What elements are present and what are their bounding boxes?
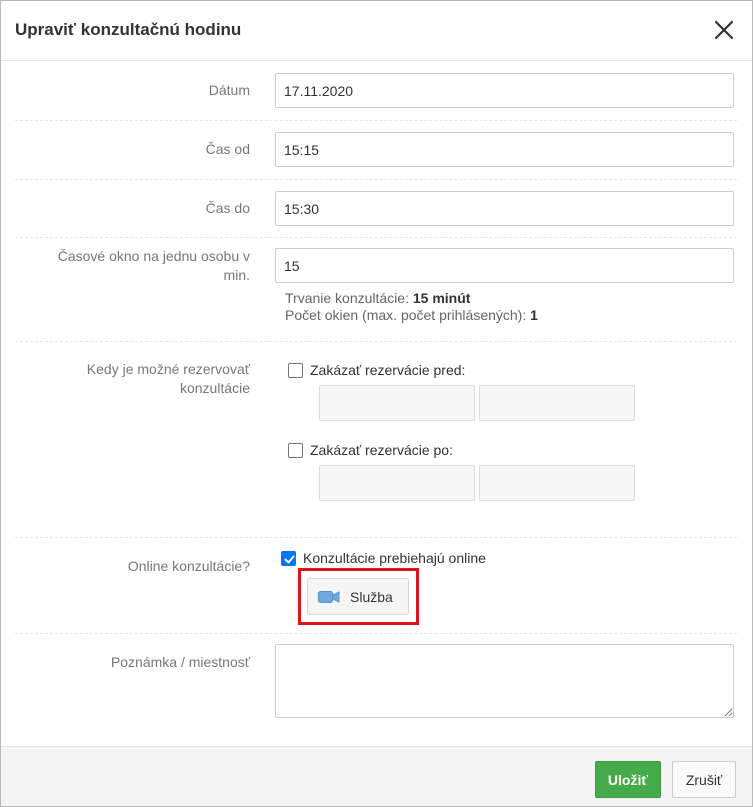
disable-after-option[interactable]: Zakázať rezervácie po: [288, 442, 453, 458]
highlight-frame [298, 568, 419, 625]
time-from-input[interactable] [275, 132, 734, 167]
modal-title: Upraviť konzultačnú hodinu [15, 20, 242, 39]
disable-before-date-field[interactable] [319, 385, 475, 421]
duration-hint-value: 15 minút [412, 290, 471, 306]
date-label: Dátum [208, 82, 250, 98]
booking-window-label: Kedy je možné rezervovať konzultácie [87, 360, 250, 398]
windows-hint: Počet okien (max. počet prihlásených): 1 [285, 307, 538, 324]
disable-after-date-field[interactable] [319, 465, 475, 501]
divider [15, 237, 737, 238]
online-option[interactable]: Konzultácie prebiehajú online [281, 550, 486, 566]
divider [15, 120, 737, 121]
disable-after-time-field[interactable] [479, 465, 635, 501]
disable-before-label: Zakázať rezervácie pred: [310, 362, 466, 378]
booking-window-label-line2: konzultácie [179, 380, 250, 396]
divider [15, 537, 737, 538]
modal-footer: Uložiť Zrušiť [1, 746, 752, 806]
slot-length-input[interactable] [275, 248, 734, 283]
note-label: Poznámka / miestnosť [110, 654, 250, 670]
duration-hint: Trvanie konzultácie: 15 minút [285, 290, 470, 307]
note-textarea[interactable] [275, 644, 734, 718]
modal-header: Upraviť konzultačnú hodinu [1, 1, 752, 61]
cancel-button[interactable]: Zrušiť [672, 761, 736, 798]
date-input[interactable] [275, 73, 734, 108]
close-button[interactable] [709, 15, 739, 45]
disable-before-checkbox[interactable] [288, 362, 303, 378]
slot-length-label-line1: Časové okno na jednu osobu v [57, 248, 250, 264]
disable-before-option[interactable]: Zakázať rezervácie pred: [288, 362, 465, 378]
booking-window-label-line1: Kedy je možné rezervovať [86, 361, 250, 377]
edit-consultation-modal: Upraviť konzultačnú hodinu Dátum Čas od … [0, 0, 753, 807]
divider [15, 179, 737, 180]
divider [15, 341, 737, 342]
slot-length-label: Časové okno na jednu osobu v min. [58, 247, 250, 285]
time-from-label: Čas od [205, 141, 250, 157]
online-checkbox-label: Konzultácie prebiehajú online [303, 550, 486, 566]
save-button[interactable]: Uložiť [595, 761, 661, 798]
windows-hint-value: 1 [530, 307, 538, 323]
windows-hint-label: Počet okien (max. počet prihlásených): [285, 307, 531, 323]
disable-after-checkbox[interactable] [288, 442, 303, 458]
online-checkbox[interactable] [281, 550, 296, 566]
time-to-label: Čas do [205, 200, 250, 216]
checkmark-icon [284, 555, 295, 563]
time-to-input[interactable] [275, 191, 734, 226]
close-icon [714, 20, 734, 40]
disable-before-time-field[interactable] [479, 385, 635, 421]
duration-hint-label: Trvanie konzultácie: [285, 290, 413, 306]
disable-after-label: Zakázať rezervácie po: [310, 442, 453, 458]
divider [15, 633, 737, 634]
slot-length-label-line2: min. [223, 267, 250, 283]
online-label: Online konzultácie? [127, 558, 250, 574]
